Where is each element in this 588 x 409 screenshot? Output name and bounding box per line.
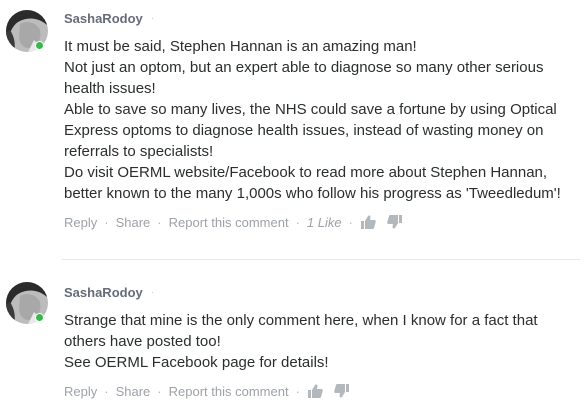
reply-link[interactable]: Reply	[64, 215, 97, 230]
thumbs-up-icon[interactable]	[360, 214, 378, 230]
share-link[interactable]: Share	[116, 215, 151, 230]
comment-actions: Reply · Share · Report this comment ·	[64, 381, 580, 401]
action-separator: ·	[295, 383, 300, 399]
action-separator: ·	[295, 214, 300, 230]
comment-message: It must be said, Stephen Hannan is an am…	[64, 36, 580, 204]
author-name[interactable]: SashaRodoy	[64, 11, 143, 26]
avatar[interactable]	[6, 282, 48, 324]
message-line: Strange that mine is the only comment he…	[64, 312, 538, 350]
like-count[interactable]: 1 Like	[307, 215, 342, 230]
message-line: See OERML Facebook page for details!	[64, 354, 329, 371]
message-line: Do visit OERML website/Facebook to read …	[64, 164, 561, 202]
action-separator: ·	[157, 383, 162, 399]
comment-actions: Reply · Share · Report this comment · 1 …	[64, 212, 580, 232]
message-line: Able to save so many lives, the NHS coul…	[64, 101, 557, 160]
share-link[interactable]: Share	[116, 384, 151, 399]
comment-body: SashaRodoy · Strange that mine is the on…	[64, 282, 580, 401]
action-separator: ·	[104, 214, 109, 230]
header-separator: ·	[150, 12, 155, 24]
message-line: Not just an optom, but an expert able to…	[64, 59, 544, 97]
thumbs-up-icon[interactable]	[307, 383, 325, 399]
comment-thread: SashaRodoy · It must be said, Stephen Ha…	[0, 0, 588, 409]
thumbs-down-icon[interactable]	[386, 214, 404, 230]
avatar[interactable]	[6, 10, 48, 52]
comment-header: SashaRodoy ·	[64, 282, 580, 302]
online-status-dot	[35, 313, 44, 322]
message-line: It must be said, Stephen Hannan is an am…	[64, 38, 417, 55]
author-name[interactable]: SashaRodoy	[64, 285, 143, 300]
action-separator: ·	[104, 383, 109, 399]
comment-header: SashaRodoy ·	[64, 8, 580, 28]
reply-link[interactable]: Reply	[64, 384, 97, 399]
report-comment-link[interactable]: Report this comment	[169, 384, 289, 399]
action-separator: ·	[157, 214, 162, 230]
report-comment-link[interactable]: Report this comment	[169, 215, 289, 230]
comment-message: Strange that mine is the only comment he…	[64, 310, 580, 373]
comment-body: SashaRodoy · It must be said, Stephen Ha…	[64, 8, 580, 232]
online-status-dot	[35, 41, 44, 50]
header-separator: ·	[150, 286, 155, 298]
thumbs-down-icon[interactable]	[333, 383, 351, 399]
comment-divider	[62, 259, 580, 260]
action-separator: ·	[348, 214, 353, 230]
